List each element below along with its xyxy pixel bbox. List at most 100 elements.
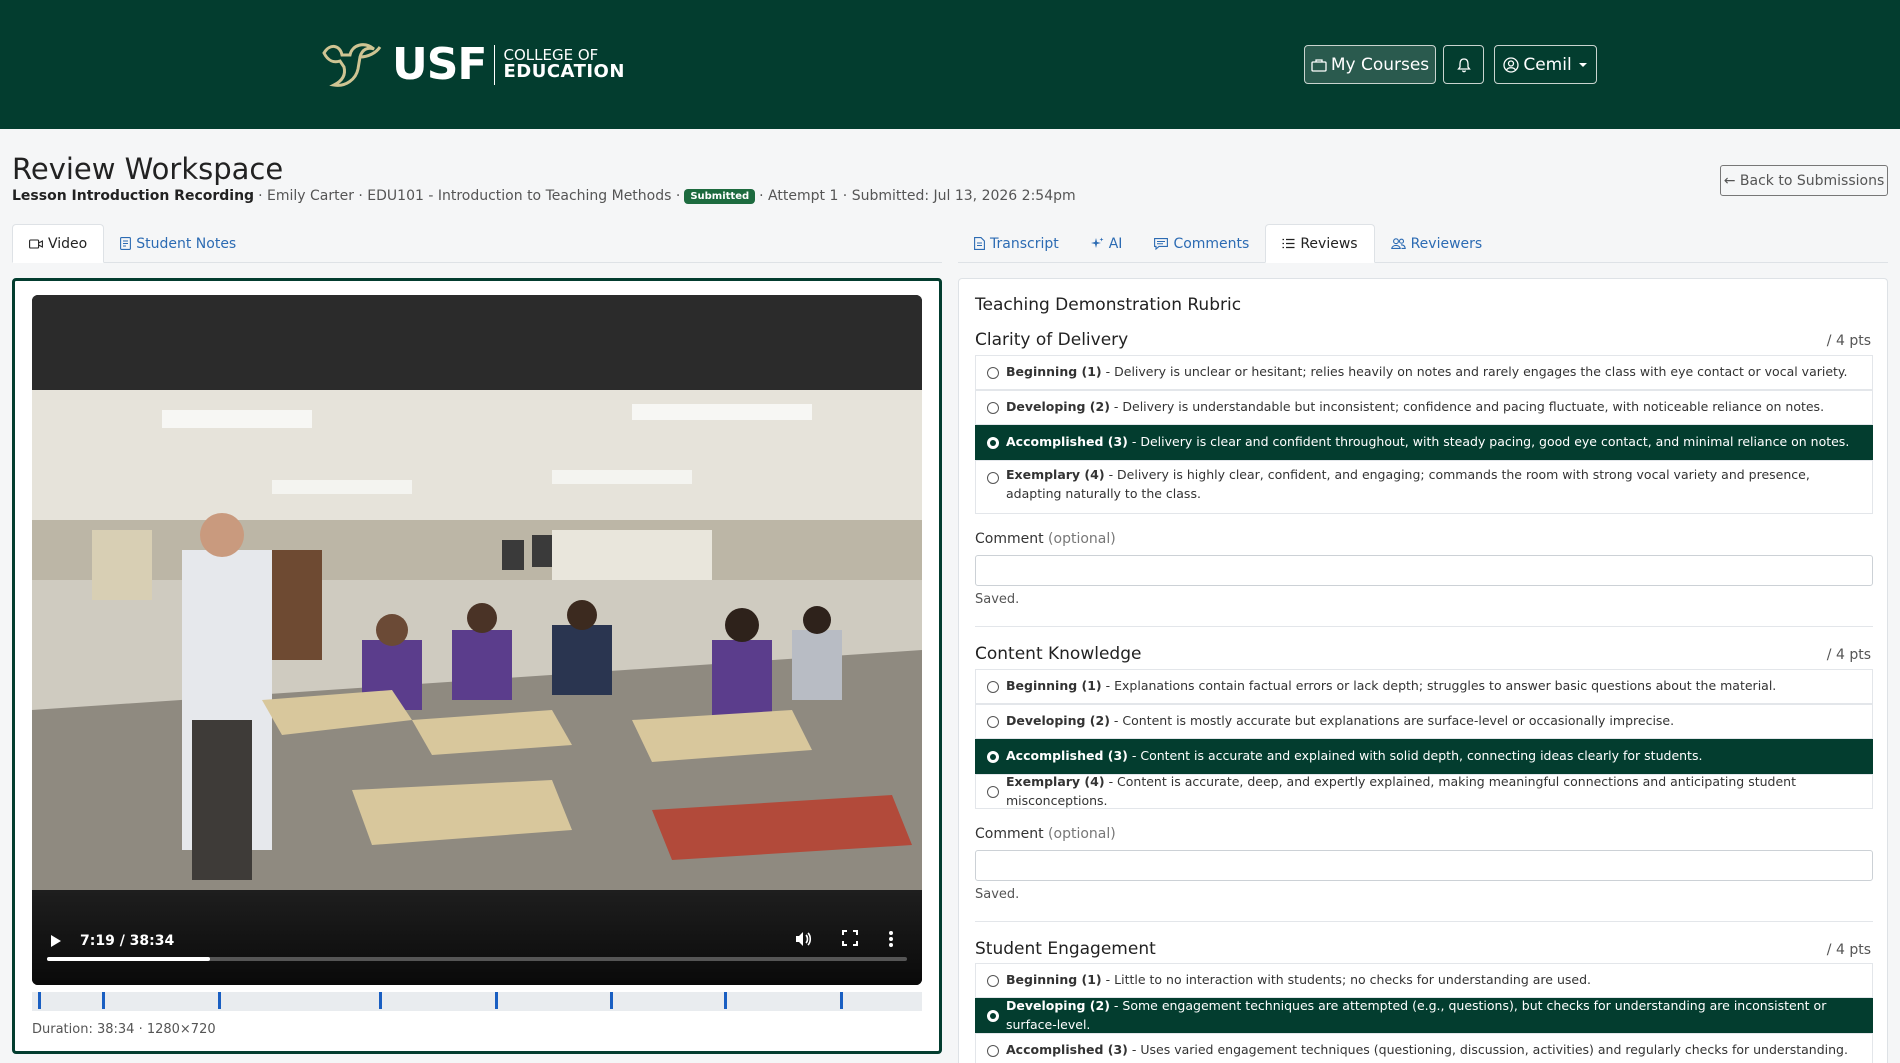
timeline-marker[interactable] bbox=[840, 992, 843, 1009]
option-description: - Delivery is understandable but inconsi… bbox=[1113, 399, 1825, 415]
notifications-button[interactable] bbox=[1443, 45, 1484, 84]
comment-optional-text: (optional) bbox=[1048, 531, 1116, 547]
logo-usf-text: USF bbox=[392, 39, 487, 90]
option-description: - Delivery is unclear or hesitant; relie… bbox=[1105, 364, 1848, 380]
tab-transcript[interactable]: Transcript bbox=[958, 224, 1075, 263]
fullscreen-icon[interactable] bbox=[842, 930, 858, 946]
tab-reviews-label: Reviews bbox=[1300, 235, 1358, 252]
comment-label-text: Comment bbox=[975, 826, 1044, 842]
my-courses-button[interactable]: My Courses bbox=[1304, 45, 1436, 84]
option-level: Beginning (1) bbox=[1006, 678, 1102, 694]
option-level: Accomplished (3) bbox=[1006, 1042, 1128, 1058]
video-progress-bar[interactable] bbox=[47, 957, 907, 961]
option-description: - Explanations contain factual errors or… bbox=[1105, 678, 1777, 694]
video-frame bbox=[32, 390, 922, 890]
rubric-option[interactable]: Developing (2) - Some engagement techniqu… bbox=[975, 998, 1873, 1033]
comment-marker-track[interactable] bbox=[32, 992, 922, 1011]
option-level: Exemplary (4) bbox=[1006, 773, 1105, 789]
video-controls: 7:19 / 38:34 bbox=[32, 890, 922, 985]
tab-reviewers[interactable]: Reviewers bbox=[1375, 224, 1499, 263]
option-level: Exemplary (4) bbox=[1006, 467, 1105, 482]
option-text: Accomplished (3) - Uses varied engagement… bbox=[1006, 1041, 1848, 1060]
comment-textarea[interactable] bbox=[975, 850, 1873, 881]
back-to-submissions-button[interactable]: ← Back to Submissions bbox=[1720, 165, 1888, 196]
notes-icon bbox=[120, 237, 132, 250]
rubric-option[interactable]: Exemplary (4) - Content is accurate, deep… bbox=[975, 774, 1873, 809]
comment-textarea[interactable] bbox=[975, 555, 1873, 586]
radio-button[interactable] bbox=[987, 401, 999, 414]
option-text: Exemplary (4) - Delivery is highly clear,… bbox=[1006, 466, 1860, 504]
option-description: - Some engagement techniques are attempt… bbox=[1006, 997, 1827, 1032]
tab-student-notes-label: Student Notes bbox=[136, 235, 237, 252]
timeline-marker[interactable] bbox=[724, 992, 727, 1009]
option-level: Accomplished (3) bbox=[1006, 748, 1128, 764]
rubric-option[interactable]: Beginning (1) - Explanations contain fact… bbox=[975, 669, 1873, 704]
play-icon[interactable] bbox=[50, 934, 62, 948]
timeline-marker[interactable] bbox=[495, 992, 498, 1009]
usf-logo[interactable]: USF COLLEGE OF EDUCATION bbox=[320, 38, 625, 92]
radio-button[interactable] bbox=[987, 715, 999, 728]
tab-video-label: Video bbox=[48, 235, 88, 252]
saved-status: Saved. bbox=[975, 887, 1020, 902]
comment-optional-text: (optional) bbox=[1048, 826, 1116, 842]
option-text: Developing (2) - Content is mostly accura… bbox=[1006, 712, 1674, 731]
user-circle-icon bbox=[1503, 56, 1519, 73]
option-level: Developing (2) bbox=[1006, 713, 1110, 729]
radio-button[interactable] bbox=[987, 974, 999, 987]
timeline-marker[interactable] bbox=[379, 992, 382, 1009]
people-icon bbox=[1390, 238, 1406, 249]
tab-ai[interactable]: AI bbox=[1075, 224, 1139, 263]
comment-icon bbox=[1154, 237, 1169, 250]
tab-video[interactable]: Video bbox=[12, 224, 105, 263]
option-level: Beginning (1) bbox=[1006, 364, 1102, 380]
rubric-option[interactable]: Exemplary (4) - Delivery is highly clear,… bbox=[975, 460, 1873, 514]
user-menu-button[interactable]: Cemil bbox=[1494, 45, 1597, 84]
comment-label-text: Comment bbox=[975, 531, 1044, 547]
rubric-option[interactable]: Accomplished (3) - Content is accurate an… bbox=[975, 739, 1873, 774]
rubric-title: Teaching Demonstration Rubric bbox=[975, 295, 1242, 315]
tab-comments[interactable]: Comments bbox=[1138, 224, 1265, 263]
top-navbar: USF COLLEGE OF EDUCATION My Courses Cemi… bbox=[0, 0, 1900, 129]
comment-label: Comment (optional) bbox=[975, 531, 1116, 547]
logo-divider bbox=[494, 45, 496, 85]
logo-line-2: EDUCATION bbox=[503, 61, 625, 83]
volume-icon[interactable] bbox=[794, 930, 812, 948]
rubric-option[interactable]: Accomplished (3) - Delivery is clear and … bbox=[975, 425, 1873, 460]
rubric-option[interactable]: Accomplished (3) - Uses varied engagement… bbox=[975, 1033, 1873, 1063]
radio-button[interactable] bbox=[987, 680, 999, 693]
radio-button[interactable] bbox=[987, 366, 999, 379]
criterion-name: Content Knowledge bbox=[975, 644, 1142, 664]
option-description: - Delivery is highly clear, confident, a… bbox=[1006, 467, 1810, 501]
video-player[interactable]: 7:19 / 38:34 bbox=[32, 295, 922, 985]
radio-button[interactable] bbox=[987, 436, 999, 449]
option-text: Beginning (1) - Little to no interaction … bbox=[1006, 971, 1591, 990]
radio-button[interactable] bbox=[987, 750, 999, 763]
radio-button[interactable] bbox=[987, 1009, 999, 1022]
timeline-marker[interactable] bbox=[38, 992, 41, 1009]
sparkle-icon bbox=[1090, 237, 1104, 248]
radio-button[interactable] bbox=[987, 1044, 999, 1057]
rubric-panel: Teaching Demonstration Rubric Clarity of… bbox=[958, 278, 1888, 1063]
criterion-points: / 4 pts bbox=[1826, 333, 1871, 349]
rubric-option[interactable]: Beginning (1) - Little to no interaction … bbox=[975, 963, 1873, 998]
option-text: Beginning (1) - Delivery is unclear or he… bbox=[1006, 363, 1848, 382]
option-text: Developing (2) - Delivery is understandab… bbox=[1006, 398, 1824, 417]
radio-button[interactable] bbox=[987, 472, 999, 484]
tab-student-notes[interactable]: Student Notes bbox=[104, 224, 252, 263]
more-options-icon[interactable] bbox=[888, 930, 894, 948]
criterion-points: / 4 pts bbox=[1826, 942, 1871, 958]
timeline-marker[interactable] bbox=[218, 992, 221, 1009]
timeline-marker[interactable] bbox=[610, 992, 613, 1009]
page-title: Review Workspace bbox=[12, 152, 284, 186]
rubric-option[interactable]: Developing (2) - Content is mostly accura… bbox=[975, 704, 1873, 739]
tab-ai-label: AI bbox=[1108, 235, 1123, 252]
tab-reviews[interactable]: Reviews bbox=[1265, 224, 1375, 263]
video-duration-info: Duration: 38:34 · 1280×720 bbox=[32, 1022, 216, 1037]
option-level: Accomplished (3) bbox=[1006, 434, 1128, 450]
radio-button[interactable] bbox=[987, 785, 999, 798]
rubric-option[interactable]: Beginning (1) - Delivery is unclear or he… bbox=[975, 355, 1873, 390]
timeline-marker[interactable] bbox=[102, 992, 105, 1009]
letterbox-top bbox=[32, 295, 922, 390]
status-badge: Submitted bbox=[684, 188, 756, 204]
rubric-option[interactable]: Developing (2) - Delivery is understandab… bbox=[975, 390, 1873, 425]
